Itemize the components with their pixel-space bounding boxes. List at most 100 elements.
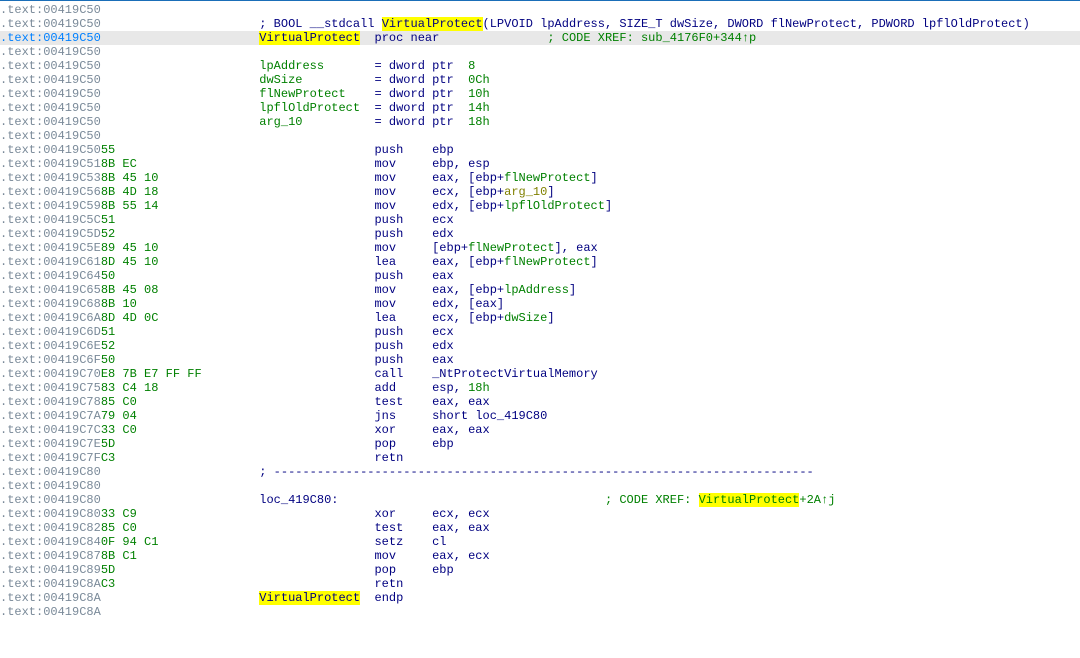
disasm-line[interactable]: .text:00419C89 5D pop ebp	[0, 563, 1080, 577]
address[interactable]: .text:00419C50	[0, 31, 101, 45]
address[interactable]: .text:00419C6D	[0, 325, 101, 339]
disasm-line[interactable]: .text:00419C50 dwSize = dword ptr 0Ch	[0, 73, 1080, 87]
disasm-line[interactable]: .text:00419C7E 5D pop ebp	[0, 437, 1080, 451]
instruction[interactable]: mov ecx, [ebp+arg_10]	[259, 185, 554, 199]
disasm-line[interactable]: .text:00419C50 lpAddress = dword ptr 8	[0, 59, 1080, 73]
address[interactable]: .text:00419C64	[0, 269, 101, 283]
instruction[interactable]: push ecx	[259, 213, 453, 227]
instruction[interactable]: pop ebp	[259, 437, 453, 451]
disasm-line[interactable]: .text:00419C50 lpflOldProtect = dword pt…	[0, 101, 1080, 115]
disasm-line[interactable]: .text:00419C80 33 C9 xor ecx, ecx	[0, 507, 1080, 521]
disasm-line[interactable]: .text:00419C53 8B 45 10 mov eax, [ebp+fl…	[0, 171, 1080, 185]
instruction[interactable]: test eax, eax	[259, 521, 489, 535]
disasm-line[interactable]: .text:00419C87 8B C1 mov eax, ecx	[0, 549, 1080, 563]
address[interactable]: .text:00419C8A	[0, 577, 101, 591]
highlighted-symbol[interactable]: VirtualProtect	[259, 591, 360, 605]
instruction[interactable]: VirtualProtect proc near ; CODE XREF: su…	[259, 31, 756, 45]
address[interactable]: .text:00419C8A	[0, 591, 101, 605]
instruction[interactable]: loc_419C80: ; CODE XREF: VirtualProtect+…	[259, 493, 835, 507]
disasm-line[interactable]: .text:00419C56 8B 4D 18 mov ecx, [ebp+ar…	[0, 185, 1080, 199]
address[interactable]: .text:00419C7C	[0, 423, 101, 437]
instruction[interactable]: push edx	[259, 339, 453, 353]
instruction[interactable]: push eax	[259, 353, 453, 367]
disassembly-listing[interactable]: .text:00419C50 .text:00419C50 ; BOOL __s…	[0, 0, 1080, 619]
instruction[interactable]: retn	[259, 577, 403, 591]
disasm-line[interactable]: .text:00419C50 VirtualProtect proc near …	[0, 31, 1080, 45]
highlighted-symbol[interactable]: VirtualProtect	[699, 493, 800, 507]
disasm-line[interactable]: .text:00419C8A VirtualProtect endp	[0, 591, 1080, 605]
disasm-line[interactable]: .text:00419C8A C3 retn	[0, 577, 1080, 591]
disasm-line[interactable]: .text:00419C59 8B 55 14 mov edx, [ebp+lp…	[0, 199, 1080, 213]
disasm-line[interactable]: .text:00419C78 85 C0 test eax, eax	[0, 395, 1080, 409]
highlighted-symbol[interactable]: VirtualProtect	[382, 17, 483, 31]
instruction[interactable]: mov eax, [ebp+flNewProtect]	[259, 171, 597, 185]
address[interactable]: .text:00419C75	[0, 381, 101, 395]
disasm-line[interactable]: .text:00419C50	[0, 45, 1080, 59]
disasm-line[interactable]: .text:00419C5C 51 push ecx	[0, 213, 1080, 227]
highlighted-symbol[interactable]: VirtualPr	[259, 31, 324, 45]
disasm-line[interactable]: .text:00419C50 flNewProtect = dword ptr …	[0, 87, 1080, 101]
disasm-line[interactable]: .text:00419C82 85 C0 test eax, eax	[0, 521, 1080, 535]
address[interactable]: .text:00419C80	[0, 507, 101, 521]
instruction[interactable]: lea eax, [ebp+flNewProtect]	[259, 255, 597, 269]
disasm-line[interactable]: .text:00419C70 E8 7B E7 FF FF call _NtPr…	[0, 367, 1080, 381]
disasm-line[interactable]: .text:00419C8A	[0, 605, 1080, 619]
disasm-line[interactable]: .text:00419C80	[0, 479, 1080, 493]
instruction[interactable]: mov eax, [ebp+lpAddress]	[259, 283, 576, 297]
address[interactable]: .text:00419C89	[0, 563, 101, 577]
disasm-line[interactable]: .text:00419C6D 51 push ecx	[0, 325, 1080, 339]
disasm-line[interactable]: .text:00419C5D 52 push edx	[0, 227, 1080, 241]
address[interactable]: .text:00419C8A	[0, 605, 101, 619]
address[interactable]: .text:00419C50	[0, 17, 101, 31]
disasm-line[interactable]: .text:00419C50 arg_10 = dword ptr 18h	[0, 115, 1080, 129]
disasm-line[interactable]: .text:00419C6E 52 push edx	[0, 339, 1080, 353]
instruction[interactable]: mov eax, ecx	[259, 549, 489, 563]
address[interactable]: .text:00419C65	[0, 283, 101, 297]
highlighted-symbol[interactable]: tect	[331, 31, 360, 45]
disasm-line[interactable]: .text:00419C65 8B 45 08 mov eax, [ebp+lp…	[0, 283, 1080, 297]
disasm-line[interactable]: .text:00419C64 50 push eax	[0, 269, 1080, 283]
instruction[interactable]: mov edx, [ebp+lpflOldProtect]	[259, 199, 612, 213]
disasm-line[interactable]: .text:00419C50	[0, 3, 1080, 17]
address[interactable]: .text:00419C78	[0, 395, 101, 409]
instruction[interactable]: call _NtProtectVirtualMemory	[259, 367, 597, 381]
instruction[interactable]: pop ebp	[259, 563, 453, 577]
instruction[interactable]: push edx	[259, 227, 453, 241]
instruction[interactable]: mov ebp, esp	[259, 157, 489, 171]
address[interactable]: .text:00419C50	[0, 73, 101, 87]
instruction[interactable]: retn	[259, 451, 403, 465]
instruction[interactable]: ; BOOL __stdcall VirtualProtect(LPVOID l…	[259, 17, 1030, 31]
instruction[interactable]: lpflOldProtect = dword ptr 14h	[259, 101, 489, 115]
address[interactable]: .text:00419C50	[0, 3, 101, 17]
address[interactable]: .text:00419C61	[0, 255, 101, 269]
instruction[interactable]: dwSize = dword ptr 0Ch	[259, 73, 489, 87]
disasm-line[interactable]: .text:00419C7C 33 C0 xor eax, eax	[0, 423, 1080, 437]
address[interactable]: .text:00419C7A	[0, 409, 101, 423]
address[interactable]: .text:00419C5E	[0, 241, 101, 255]
instruction[interactable]: push eax	[259, 269, 453, 283]
instruction[interactable]: push ebp	[259, 143, 453, 157]
disasm-line[interactable]: .text:00419C75 83 C4 18 add esp, 18h	[0, 381, 1080, 395]
instruction[interactable]: flNewProtect = dword ptr 10h	[259, 87, 489, 101]
address[interactable]: .text:00419C80	[0, 465, 101, 479]
address[interactable]: .text:00419C50	[0, 101, 101, 115]
address[interactable]: .text:00419C6E	[0, 339, 101, 353]
disasm-line[interactable]: .text:00419C80 ; -----------------------…	[0, 465, 1080, 479]
disasm-line[interactable]: .text:00419C68 8B 10 mov edx, [eax]	[0, 297, 1080, 311]
instruction[interactable]: push ecx	[259, 325, 453, 339]
disasm-line[interactable]: .text:00419C50	[0, 129, 1080, 143]
instruction[interactable]: lpAddress = dword ptr 8	[259, 59, 475, 73]
address[interactable]: .text:00419C50	[0, 115, 101, 129]
address[interactable]: .text:00419C82	[0, 521, 101, 535]
disasm-line[interactable]: .text:00419C51 8B EC mov ebp, esp	[0, 157, 1080, 171]
disasm-line[interactable]: .text:00419C80 loc_419C80: ; CODE XREF: …	[0, 493, 1080, 507]
instruction[interactable]: xor eax, eax	[259, 423, 489, 437]
instruction[interactable]: add esp, 18h	[259, 381, 489, 395]
address[interactable]: .text:00419C84	[0, 535, 101, 549]
address[interactable]: .text:00419C5C	[0, 213, 101, 227]
address[interactable]: .text:00419C56	[0, 185, 101, 199]
address[interactable]: .text:00419C50	[0, 129, 101, 143]
address[interactable]: .text:00419C7E	[0, 437, 101, 451]
instruction[interactable]: jns short loc_419C80	[259, 409, 547, 423]
instruction[interactable]: VirtualProtect endp	[259, 591, 403, 605]
